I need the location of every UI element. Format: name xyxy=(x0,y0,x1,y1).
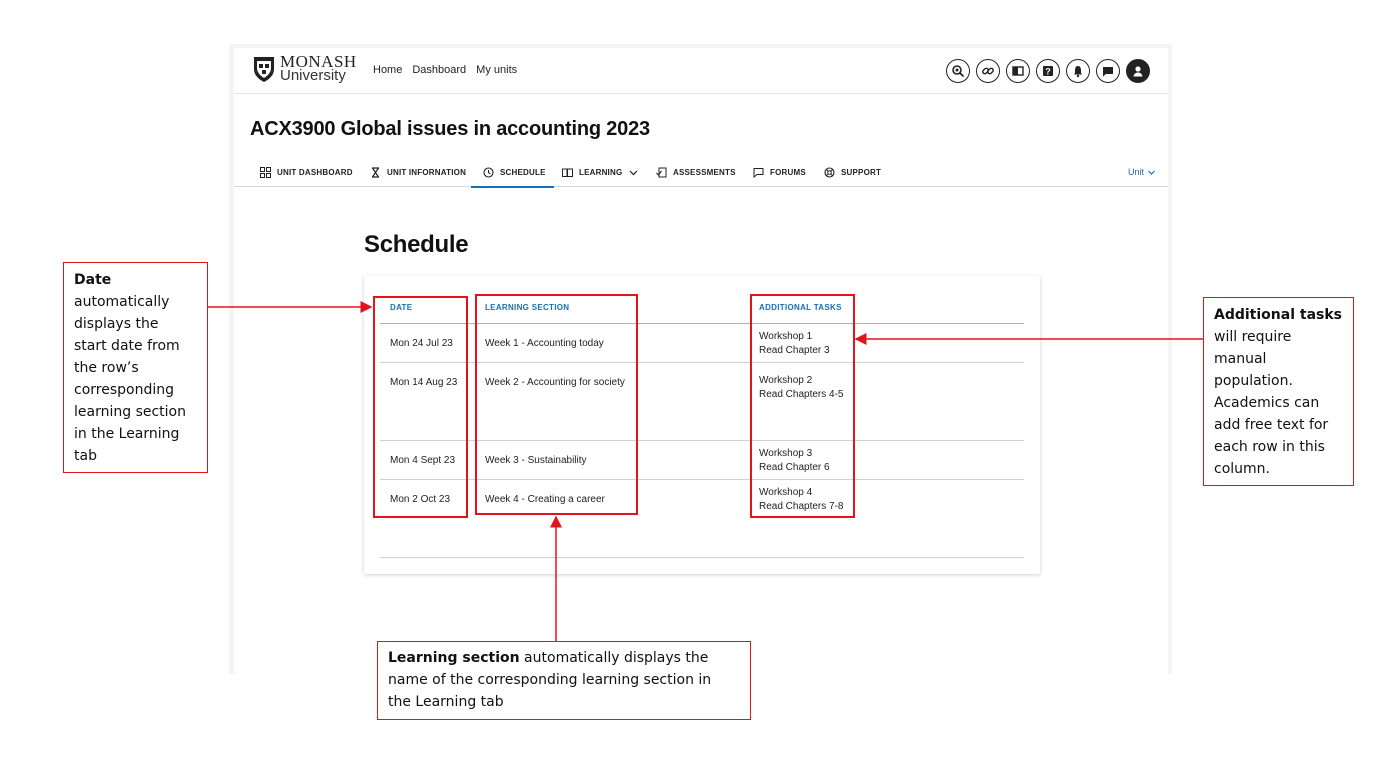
top-nav: Home Dashboard My units xyxy=(373,64,517,76)
annotation-line: learning section xyxy=(74,404,186,420)
table-footer-divider xyxy=(380,557,1024,558)
tasks-annotation: Additional tasks will require manual pop… xyxy=(1203,297,1354,486)
learning-column-highlight xyxy=(475,294,638,515)
date-annotation: Date automatically displays the start da… xyxy=(63,262,208,473)
annotation-line: tab xyxy=(74,448,97,464)
monash-logo[interactable]: MONASH University xyxy=(252,53,357,84)
comment-icon xyxy=(753,168,764,178)
tab-unit-dashboard[interactable]: UNIT DASHBOARD xyxy=(260,158,353,187)
annotation-line: automatically xyxy=(74,294,170,310)
nav-my-units-link[interactable]: My units xyxy=(476,64,517,76)
top-bar: MONASH University Home Dashboard My unit… xyxy=(234,48,1168,94)
annotation-line: add free text for xyxy=(1214,417,1329,433)
hourglass-icon xyxy=(372,167,379,178)
tab-label: UNIT DASHBOARD xyxy=(277,168,353,177)
user-icon[interactable] xyxy=(1126,59,1150,83)
unit-switch-label: Unit xyxy=(1127,167,1144,177)
tab-label: UNIT INFORNATION xyxy=(387,168,467,177)
unit-tabs: UNIT DASHBOARD UNIT INFORNATION SCHEDULE… xyxy=(234,158,1168,188)
book-icon[interactable] xyxy=(1006,59,1030,83)
tab-support[interactable]: SUPPORT xyxy=(824,158,881,187)
grid-icon xyxy=(260,167,271,178)
nav-dashboard-link[interactable]: Dashboard xyxy=(412,64,466,76)
tab-label: SUPPORT xyxy=(841,168,882,177)
annotation-line: corresponding xyxy=(74,382,174,398)
link-icon[interactable] xyxy=(976,59,1000,83)
tab-schedule[interactable]: SCHEDULE xyxy=(471,158,554,188)
open-book-icon xyxy=(562,168,573,177)
annotation-line: population. xyxy=(1214,373,1293,389)
chevron-down-icon xyxy=(629,170,638,176)
help-icon[interactable]: ? xyxy=(1036,59,1060,83)
nav-home-link[interactable]: Home xyxy=(373,64,402,76)
annotation-line: the row’s xyxy=(74,360,139,376)
unit-switch-dropdown[interactable]: Unit xyxy=(1128,167,1156,177)
annotation-line: column. xyxy=(1214,461,1270,477)
tab-label: SCHEDULE xyxy=(500,168,546,177)
unit-title: ACX3900 Global issues in accounting 2023 xyxy=(250,118,650,140)
tab-forums[interactable]: FORUMS xyxy=(753,158,806,187)
search-icon[interactable] xyxy=(946,59,970,83)
tasks-column-highlight xyxy=(750,294,855,518)
annotation-line: will require xyxy=(1214,329,1292,345)
chat-icon[interactable] xyxy=(1096,59,1120,83)
tab-label: FORUMS xyxy=(770,168,806,177)
annotation-line: name of the corresponding learning secti… xyxy=(388,672,712,688)
annotation-line: the Learning tab xyxy=(388,694,504,710)
lifebuoy-icon xyxy=(824,167,835,178)
annotation-line: displays the xyxy=(74,316,159,332)
logo-subtitle: University xyxy=(280,67,346,84)
clock-icon xyxy=(483,167,494,178)
crest-icon xyxy=(254,57,274,82)
tab-assessments[interactable]: ASSESSMENTS xyxy=(656,158,736,187)
schedule-title: Schedule xyxy=(364,231,469,258)
annotation-line: manual xyxy=(1214,351,1267,367)
tab-unit-information[interactable]: UNIT INFORNATION xyxy=(370,158,466,187)
assessment-icon xyxy=(656,167,667,178)
annotation-title: Learning section xyxy=(388,650,520,666)
annotation-title: Additional tasks xyxy=(1214,307,1342,323)
date-column-highlight xyxy=(373,296,468,518)
annotation-line: Academics can xyxy=(1214,395,1320,411)
annotation-line: in the Learning xyxy=(74,426,180,442)
annotation-title: Date xyxy=(74,272,112,288)
svg-text:?: ? xyxy=(1045,67,1051,77)
tab-label: LEARNING xyxy=(579,168,623,177)
header-icons: ? xyxy=(946,59,1150,83)
annotation-line: each row in this xyxy=(1214,439,1325,455)
learning-annotation: Learning section automatically displays … xyxy=(377,641,751,720)
annotation-line: automatically displays the xyxy=(519,650,709,666)
chevron-down-icon xyxy=(1148,170,1155,175)
bell-icon[interactable] xyxy=(1066,59,1090,83)
tab-learning[interactable]: LEARNING xyxy=(562,158,639,187)
tab-label: ASSESSMENTS xyxy=(673,168,736,177)
annotation-line: start date from xyxy=(74,338,180,354)
